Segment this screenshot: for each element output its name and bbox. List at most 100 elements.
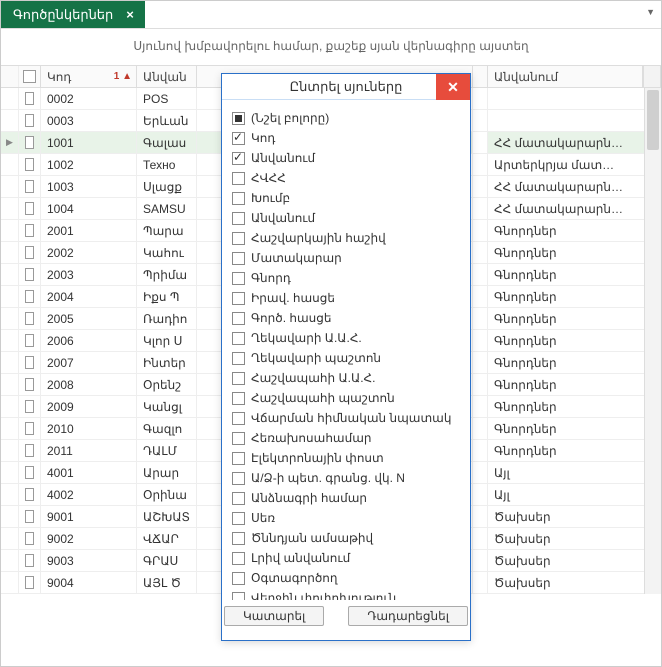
option-label: Խումբ [251,191,290,205]
checkbox-icon[interactable] [232,592,245,601]
option-label: Հեռախոսահամար [251,431,372,445]
cell-blank [472,88,488,109]
dialog-close-icon[interactable]: ✕ [436,74,470,100]
cell-name: Կլոր Ս [137,330,197,351]
header-name[interactable]: Անվան [137,66,197,87]
row-indicator [1,286,19,307]
checkbox-icon[interactable] [232,472,245,485]
row-checkbox[interactable] [19,176,41,197]
row-checkbox[interactable] [19,440,41,461]
column-option[interactable]: Վերջին փոփոխություն [232,588,460,600]
checkbox-icon[interactable] [232,272,245,285]
group-hint: Սյունով խմբավորելու համար, քաշեք սյան վե… [1,29,661,65]
column-option[interactable]: Խումբ [232,188,460,208]
row-checkbox[interactable] [19,132,41,153]
row-checkbox[interactable] [19,374,41,395]
column-option[interactable]: Իրավ. հասցե [232,288,460,308]
row-checkbox[interactable] [19,528,41,549]
column-option[interactable]: (Նշել բոլորը) [232,108,460,128]
header-checkbox[interactable] [19,66,41,87]
column-option[interactable]: Լրիվ անվանում [232,548,460,568]
checkbox-icon[interactable] [232,432,245,445]
checkbox-icon[interactable] [232,412,245,425]
column-option[interactable]: Մատակարար [232,248,460,268]
vertical-scrollbar[interactable] [644,88,661,594]
row-checkbox[interactable] [19,352,41,373]
cell-last: Ծախսեր [488,550,661,571]
cell-name: Կանցլ [137,396,197,417]
column-option[interactable]: Հեռախոսահամար [232,428,460,448]
column-option[interactable]: Հաշվապահի պաշտոն [232,388,460,408]
column-option[interactable]: Օգտագործող [232,568,460,588]
checkbox-icon[interactable] [232,352,245,365]
checkbox-icon[interactable] [232,112,245,125]
row-checkbox[interactable] [19,220,41,241]
ok-button[interactable]: Կատարել [224,606,324,626]
row-checkbox[interactable] [19,286,41,307]
row-checkbox[interactable] [19,308,41,329]
checkbox-icon[interactable] [232,372,245,385]
checkbox-icon[interactable] [232,552,245,565]
checkbox-icon[interactable] [232,492,245,505]
column-option[interactable]: Գնորդ [232,268,460,288]
column-option[interactable]: Ծննդյան ամսաթիվ [232,528,460,548]
header-code[interactable]: Կոդ 1 ▲ [41,66,137,87]
row-checkbox[interactable] [19,264,41,285]
row-checkbox[interactable] [19,198,41,219]
checkbox-icon[interactable] [232,212,245,225]
checkbox-icon[interactable] [232,392,245,405]
row-checkbox[interactable] [19,462,41,483]
checkbox-icon[interactable] [232,172,245,185]
column-option[interactable]: Էլեկտրոնային փոստ [232,448,460,468]
checkbox-icon[interactable] [232,192,245,205]
column-option[interactable]: Գործ. հասցե [232,308,460,328]
column-option[interactable]: Վճարման հիմնական նպատակ [232,408,460,428]
row-checkbox[interactable] [19,88,41,109]
row-indicator [1,88,19,109]
checkbox-icon[interactable] [232,532,245,545]
tab-partners[interactable]: Գործընկերներ × [1,1,145,28]
checkbox-icon[interactable] [232,452,245,465]
checkbox-icon[interactable] [232,292,245,305]
cancel-button[interactable]: Դադարեցնել [348,606,468,626]
column-option[interactable]: Կոդ [232,128,460,148]
column-option[interactable]: Անվանում [232,148,460,168]
row-checkbox[interactable] [19,572,41,593]
row-indicator [1,198,19,219]
column-option[interactable]: Ղեկավարի Ա.Ա.Հ. [232,328,460,348]
checkbox-icon[interactable] [232,232,245,245]
checkbox-icon[interactable] [232,132,245,145]
row-checkbox[interactable] [19,550,41,571]
cell-name: Սլացք [137,176,197,197]
scrollbar-thumb[interactable] [647,90,659,150]
column-option[interactable]: Անձնագրի համար [232,488,460,508]
row-checkbox[interactable] [19,506,41,527]
checkbox-icon[interactable] [232,512,245,525]
checkbox-icon[interactable] [232,572,245,585]
column-option[interactable]: Ղեկավարի պաշտոն [232,348,460,368]
row-checkbox[interactable] [19,418,41,439]
cell-code: 9003 [41,550,137,571]
column-option[interactable]: Անվանում [232,208,460,228]
row-checkbox[interactable] [19,242,41,263]
checkbox-icon[interactable] [232,252,245,265]
header-last[interactable]: Անվանում [488,66,643,87]
row-checkbox[interactable] [19,484,41,505]
column-option[interactable]: Հաշվարկային հաշիվ [232,228,460,248]
tab-close-icon[interactable]: × [123,7,137,22]
column-option[interactable]: Սեռ [232,508,460,528]
row-checkbox[interactable] [19,110,41,131]
column-option[interactable]: ՀՎՀՀ [232,168,460,188]
row-checkbox[interactable] [19,330,41,351]
column-option[interactable]: Հաշվապահի Ա.Ա.Հ. [232,368,460,388]
tabbar-dropdown-icon[interactable]: ▼ [646,7,655,17]
column-option[interactable]: Ա/Ձ-ի պետ. գրանց. վկ. N [232,468,460,488]
cell-last: Այլ [488,462,661,483]
checkbox-icon[interactable] [232,152,245,165]
checkbox-icon[interactable] [232,332,245,345]
cell-blank [472,176,488,197]
row-checkbox[interactable] [19,396,41,417]
checkbox-icon[interactable] [232,312,245,325]
cell-name: SAMSU [137,198,197,219]
row-checkbox[interactable] [19,154,41,175]
